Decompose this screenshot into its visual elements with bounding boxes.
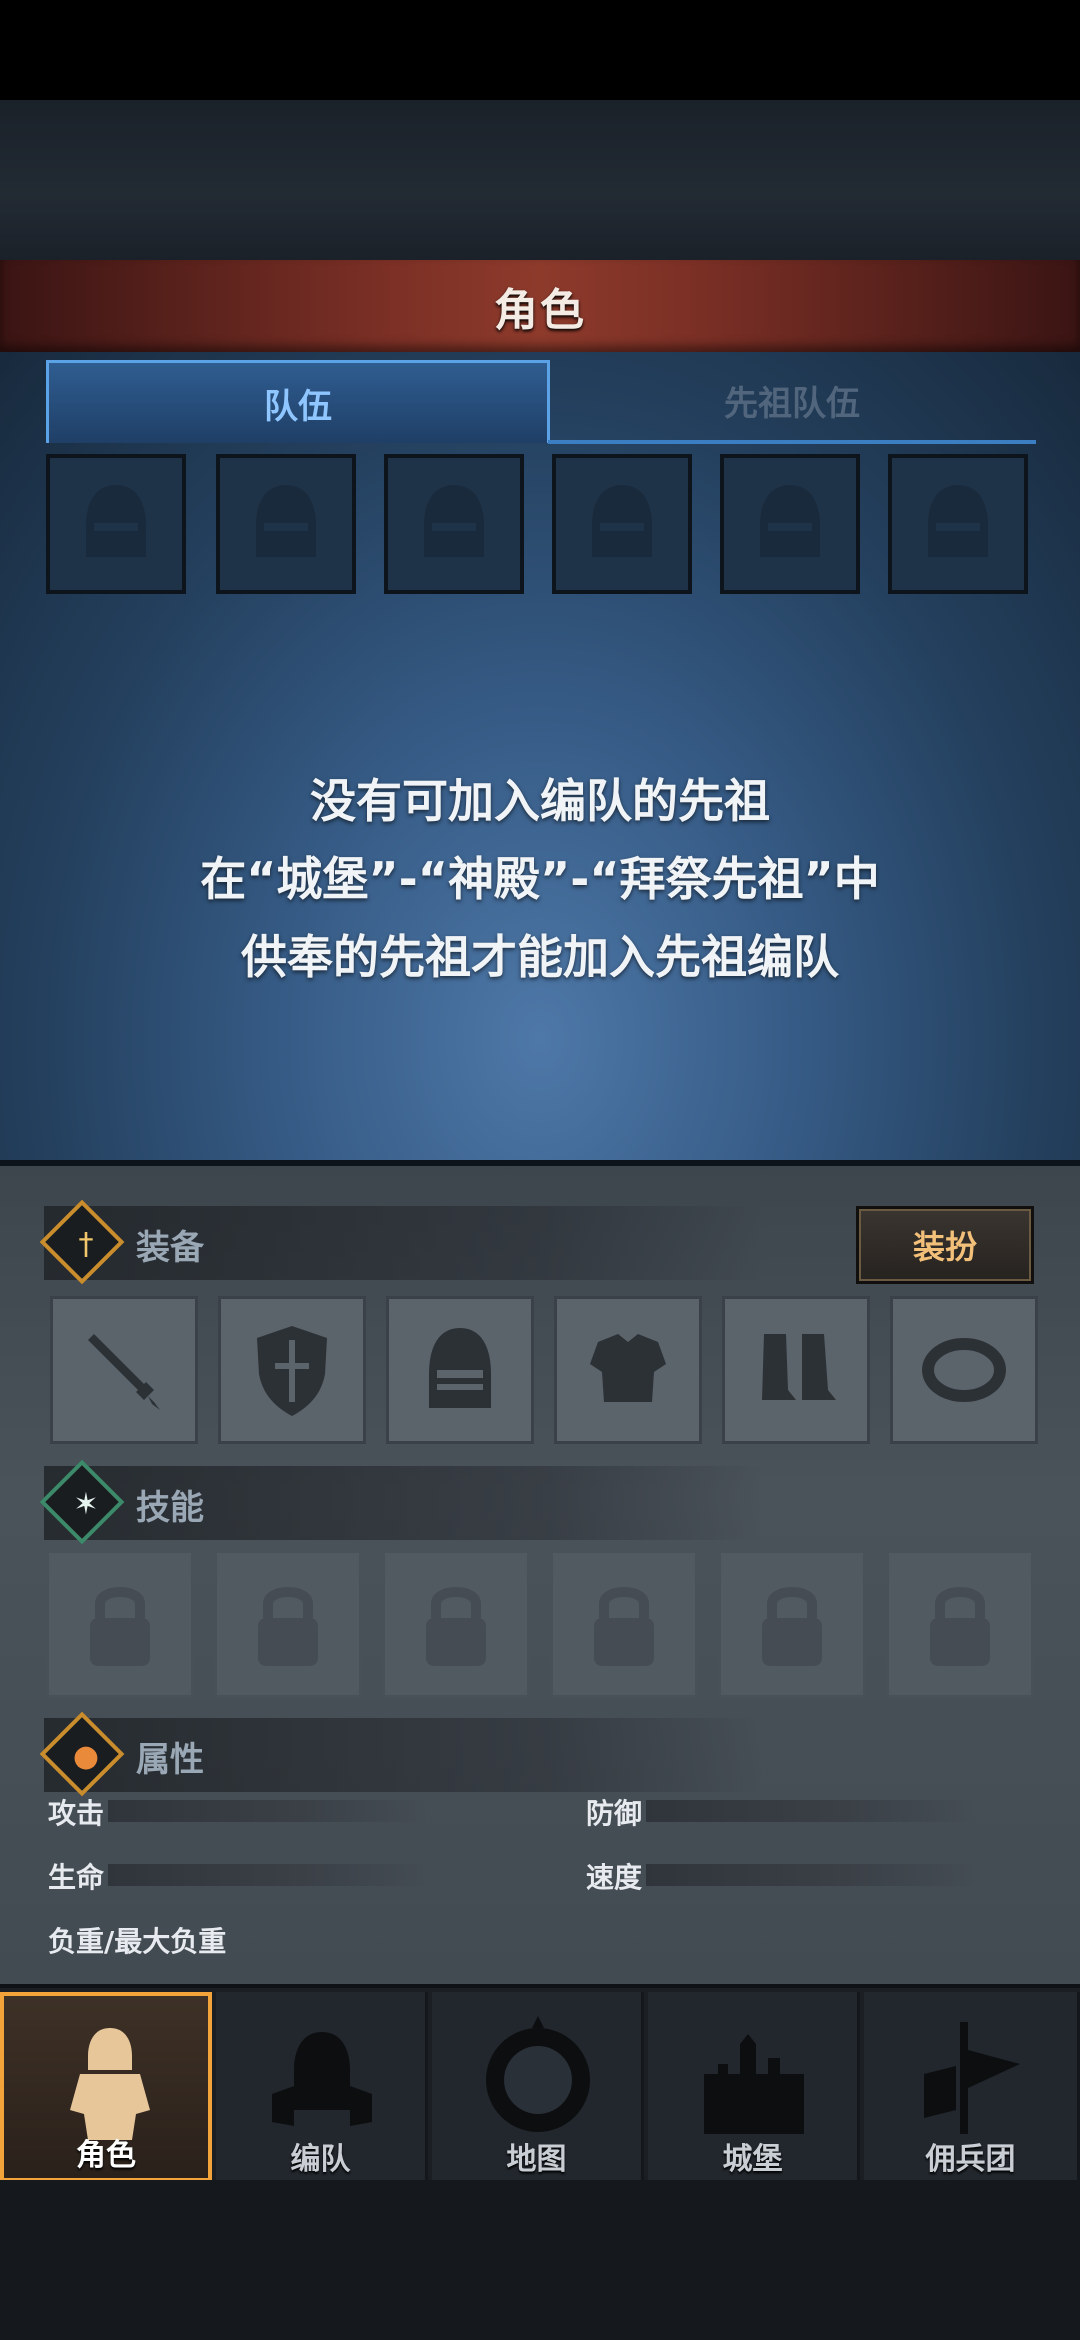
lock-icon [90, 1587, 150, 1666]
bottom-spacer [0, 2180, 1080, 2340]
nav-map[interactable]: 地图 [432, 1992, 644, 2182]
star-icon: ✶ [73, 1486, 99, 1522]
castle-icon [704, 2034, 804, 2134]
nav-squad-label: 编队 [290, 2142, 351, 2177]
attack-bar [108, 1800, 428, 1822]
defense-bar [646, 1800, 976, 1822]
equipment-slot-weapon[interactable] [50, 1296, 198, 1444]
tab-ancestor-team[interactable]: 先祖队伍 [548, 360, 1036, 444]
bottom-navigation: 角色 编队 地图 城堡 佣兵团 [0, 1984, 1080, 2184]
status-bar [0, 0, 1080, 100]
helmet-placeholder-icon [760, 485, 820, 557]
equipment-slot-helmet[interactable] [386, 1296, 534, 1444]
lock-icon [258, 1587, 318, 1666]
defense-label: 防御 [586, 1797, 643, 1830]
skill-slot-locked[interactable] [886, 1550, 1034, 1698]
compass-map-icon [486, 2016, 590, 2132]
nav-map-label: 地图 [506, 2142, 567, 2177]
lock-icon [594, 1587, 654, 1666]
equipment-header: † 装备 [39, 1199, 764, 1285]
skill-slots [46, 1550, 1035, 1698]
speed-label: 速度 [586, 1861, 643, 1894]
message-line-3: 供奉的先祖才能加入先祖编队 [241, 930, 839, 984]
message-line-2: 在“城堡”-“神殿”-“拜祭先祖”中 [200, 852, 880, 906]
team-panel: 队伍 先祖队伍 没有可加入编队的先祖 在“城堡”-“神殿”-“拜祭先祖”中 供奉… [0, 352, 1080, 1166]
team-slot[interactable] [888, 454, 1028, 594]
helmet-placeholder-icon [256, 485, 316, 557]
nav-mercenary[interactable]: 佣兵团 [864, 1992, 1080, 2182]
equipment-slot-ring[interactable] [890, 1296, 1038, 1444]
team-slot[interactable] [384, 454, 524, 594]
life-label: 生命 [48, 1861, 105, 1894]
tab-team[interactable]: 队伍 [46, 360, 550, 443]
helmet-placeholder-icon [86, 485, 146, 557]
skill-slot-locked[interactable] [550, 1550, 698, 1698]
team-slots [46, 454, 1036, 594]
nav-castle-label: 城堡 [722, 2142, 783, 2177]
squad-icon [272, 2032, 372, 2126]
lock-icon [426, 1587, 486, 1666]
title-bar: 角色 [0, 260, 1080, 352]
message-line-1: 没有可加入编队的先祖 [310, 774, 770, 828]
nav-squad[interactable]: 编队 [216, 1992, 428, 2182]
knight-icon [70, 2028, 150, 2140]
nav-castle[interactable]: 城堡 [648, 1992, 860, 2182]
attributes-header: ● 属性 [39, 1711, 764, 1797]
skill-slot-locked[interactable] [214, 1550, 362, 1698]
life-bar [108, 1864, 428, 1886]
weight-label: 负重/最大负重 [48, 1925, 227, 1958]
empty-team-message: 没有可加入编队的先祖 在“城堡”-“神殿”-“拜祭先祖”中 供奉的先祖才能加入先… [0, 762, 1080, 996]
equipment-slot-boots[interactable] [722, 1296, 870, 1444]
person-icon: ● [72, 1738, 100, 1774]
team-slot[interactable] [216, 454, 356, 594]
equipment-slot-armor[interactable] [554, 1296, 702, 1444]
skills-header: ✶ 技能 [39, 1459, 764, 1545]
dagger-icon: † [78, 1226, 94, 1262]
skill-slot-locked[interactable] [46, 1550, 194, 1698]
page-title: 角色 [494, 285, 586, 336]
shield-icon [257, 1326, 327, 1416]
equipment-slots [50, 1296, 1038, 1444]
attributes-title: 属性 [136, 1740, 204, 1780]
nav-character-label: 角色 [76, 2138, 136, 2173]
team-slot[interactable] [720, 454, 860, 594]
sword-icon [88, 1334, 160, 1410]
nav-character[interactable]: 角色 [0, 1992, 212, 2182]
tab-ancestor-team-label: 先祖队伍 [724, 383, 860, 424]
nav-mercenary-label: 佣兵团 [925, 2142, 1016, 2177]
header-background [0, 100, 1080, 260]
lock-icon [762, 1587, 822, 1666]
boots-icon [762, 1334, 836, 1400]
dress-up-button[interactable]: 装扮 [856, 1206, 1034, 1284]
helmet-placeholder-icon [928, 485, 988, 557]
character-detail-panel: † 装备 装扮 ✶ 技能 ● 属性 攻击 防御 生命 速度 负重/最大负重 [0, 1166, 1080, 1984]
skills-title: 技能 [136, 1488, 204, 1528]
team-slot[interactable] [552, 454, 692, 594]
helmet-icon [429, 1328, 491, 1408]
team-tabs: 队伍 先祖队伍 [46, 360, 1036, 444]
team-slot[interactable] [46, 454, 186, 594]
lock-icon [930, 1587, 990, 1666]
ring-icon [922, 1338, 1006, 1402]
helmet-placeholder-icon [592, 485, 652, 557]
tab-team-label: 队伍 [264, 386, 332, 427]
helmet-placeholder-icon [424, 485, 484, 557]
speed-bar [646, 1864, 976, 1886]
mercenary-banner-icon [924, 2022, 1020, 2134]
equipment-slot-shield[interactable] [218, 1296, 366, 1444]
equipment-title: 装备 [136, 1228, 204, 1268]
skill-slot-locked[interactable] [382, 1550, 530, 1698]
skill-slot-locked[interactable] [718, 1550, 866, 1698]
attack-label: 攻击 [48, 1797, 105, 1830]
armor-icon [590, 1334, 666, 1402]
